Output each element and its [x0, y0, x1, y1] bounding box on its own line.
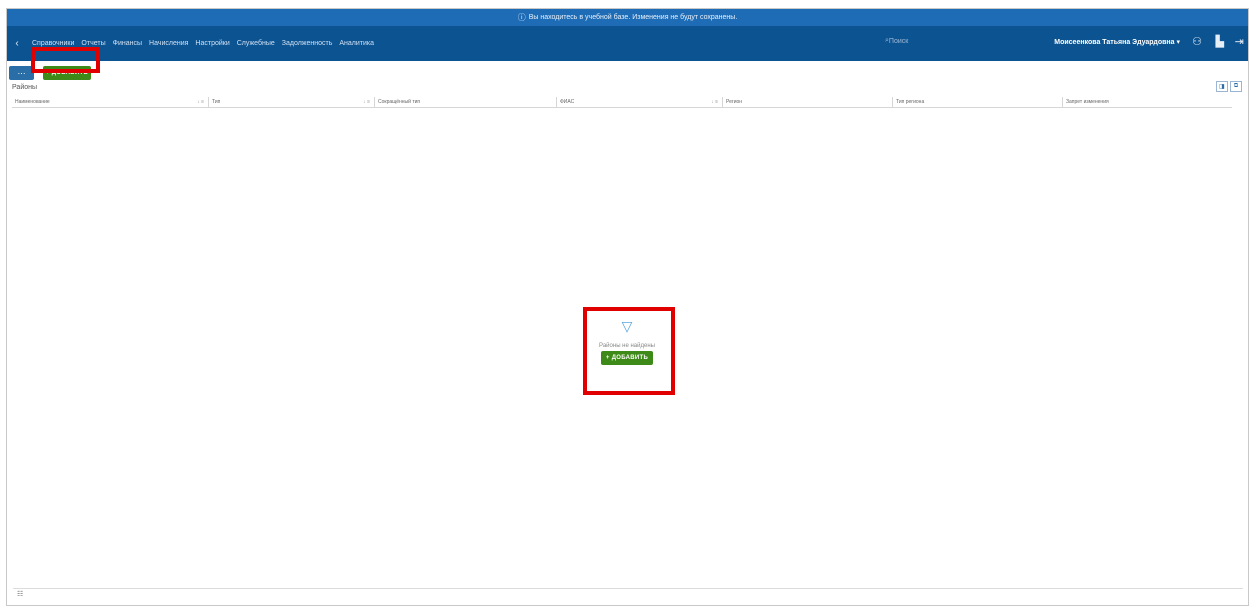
column-header-edit-lock[interactable]: Запрет изменения — [1062, 97, 1232, 107]
column-header-region[interactable]: Регион — [722, 97, 892, 107]
logout-icon[interactable]: ⇥ — [1235, 35, 1244, 48]
nav-item-analytics[interactable]: Аналитика — [339, 40, 374, 47]
search-input[interactable]: Поиск — [889, 38, 908, 45]
column-header-type[interactable]: Тип ↓ ≡ — [208, 97, 374, 107]
column-header-region-type[interactable]: Тип региона — [892, 97, 1062, 107]
nav-item-settings[interactable]: Настройки — [195, 40, 229, 47]
table-footer: ☷ — [13, 588, 1243, 601]
notice-text: Вы находитесь в учебной базе. Изменения … — [528, 14, 738, 21]
nav-item-service[interactable]: Служебные — [237, 40, 275, 47]
nav-item-debt[interactable]: Задолженность — [282, 40, 333, 47]
column-header-fias[interactable]: ФИАС ↓ ≡ — [556, 97, 722, 107]
view-tools: ◨ ⧉ — [1216, 81, 1242, 92]
top-navigation: ‹ Справочники Отчеты Финансы Начисления … — [7, 26, 1248, 61]
sort-icon[interactable]: ↓ ≡ — [197, 97, 204, 107]
search-box[interactable]: ⌕ Поиск — [885, 37, 908, 45]
highlight-box-center — [583, 307, 675, 395]
training-base-notice: ⓘ Вы находитесь в учебной базе. Изменени… — [7, 9, 1248, 26]
back-icon[interactable]: ‹ — [9, 38, 25, 49]
nav-item-reports[interactable]: Отчеты — [81, 40, 105, 47]
building-icon[interactable]: ▙ — [1216, 35, 1224, 48]
sort-icon[interactable]: ↓ ≡ — [363, 97, 370, 107]
sort-icon[interactable]: ↓ ≡ — [711, 97, 718, 107]
columns-icon[interactable]: ◨ — [1216, 81, 1228, 92]
nav-item-finance[interactable]: Финансы — [113, 40, 142, 47]
nav-item-charges[interactable]: Начисления — [149, 40, 188, 47]
info-icon: ⓘ — [517, 13, 526, 22]
toolbar: ⋯ + ДОБАВИТЬ — [7, 61, 1248, 81]
user-menu[interactable]: Моисеенкова Татьяна Эдуардовна ▾ — [1054, 38, 1180, 46]
column-header-short-type[interactable]: Сокращённый тип — [374, 97, 556, 107]
settings-icon[interactable]: ☷ — [17, 590, 23, 598]
column-header-name[interactable]: Наименование ↓ ≡ — [12, 97, 208, 107]
export-icon[interactable]: ⧉ — [1230, 81, 1242, 92]
table-header: Наименование ↓ ≡ Тип ↓ ≡ Сокращённый тип… — [12, 97, 1232, 108]
highlight-box-top — [31, 47, 100, 73]
nav-item-references[interactable]: Справочники — [32, 40, 74, 47]
page-title: Районы — [12, 84, 38, 91]
users-icon[interactable]: ⚇ — [1192, 35, 1202, 48]
